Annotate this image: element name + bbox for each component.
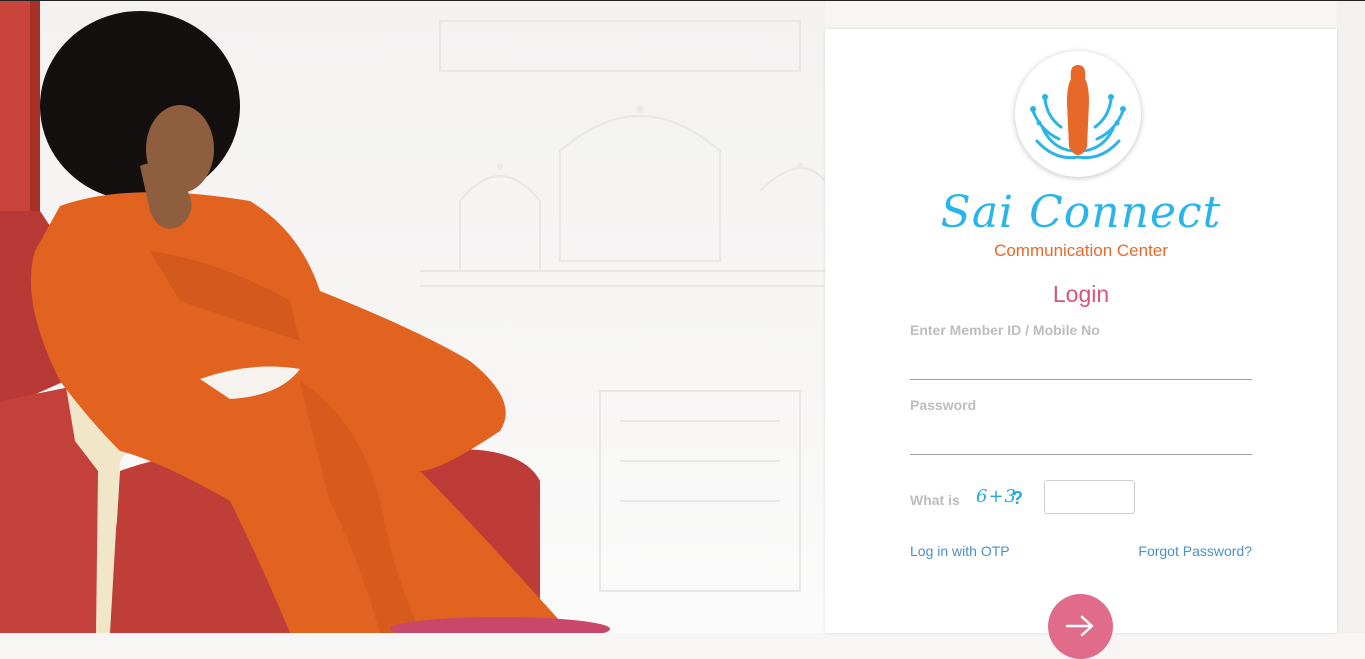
brand-subtitle: Communication Center (994, 241, 1168, 260)
submit-login-button[interactable] (1048, 594, 1113, 659)
login-heading: Login (1052, 281, 1110, 307)
captcha-question: 6+3 (976, 486, 1017, 507)
login-with-otp-link[interactable]: Log in with OTP (910, 543, 1010, 559)
brand-title: Sai Connect (940, 187, 1222, 238)
password-input[interactable] (910, 426, 1252, 455)
password-label: Password (910, 397, 977, 413)
forgot-password-link[interactable]: Forgot Password? (1138, 543, 1252, 559)
captcha-label: What is (910, 492, 960, 508)
arrow-right-icon (1065, 615, 1094, 637)
member-id-label: Enter Member ID / Mobile No (910, 322, 1100, 338)
login-card: Sai Connect Communication Center Login E… (825, 29, 1337, 659)
captcha-question-mark: ? (1012, 488, 1023, 508)
member-id-input[interactable] (910, 351, 1252, 380)
lotus-figure-logo-icon (1015, 51, 1141, 177)
captcha-input[interactable] (1044, 480, 1135, 514)
portrait-image (0, 1, 610, 633)
background-right-strip (1337, 1, 1365, 633)
